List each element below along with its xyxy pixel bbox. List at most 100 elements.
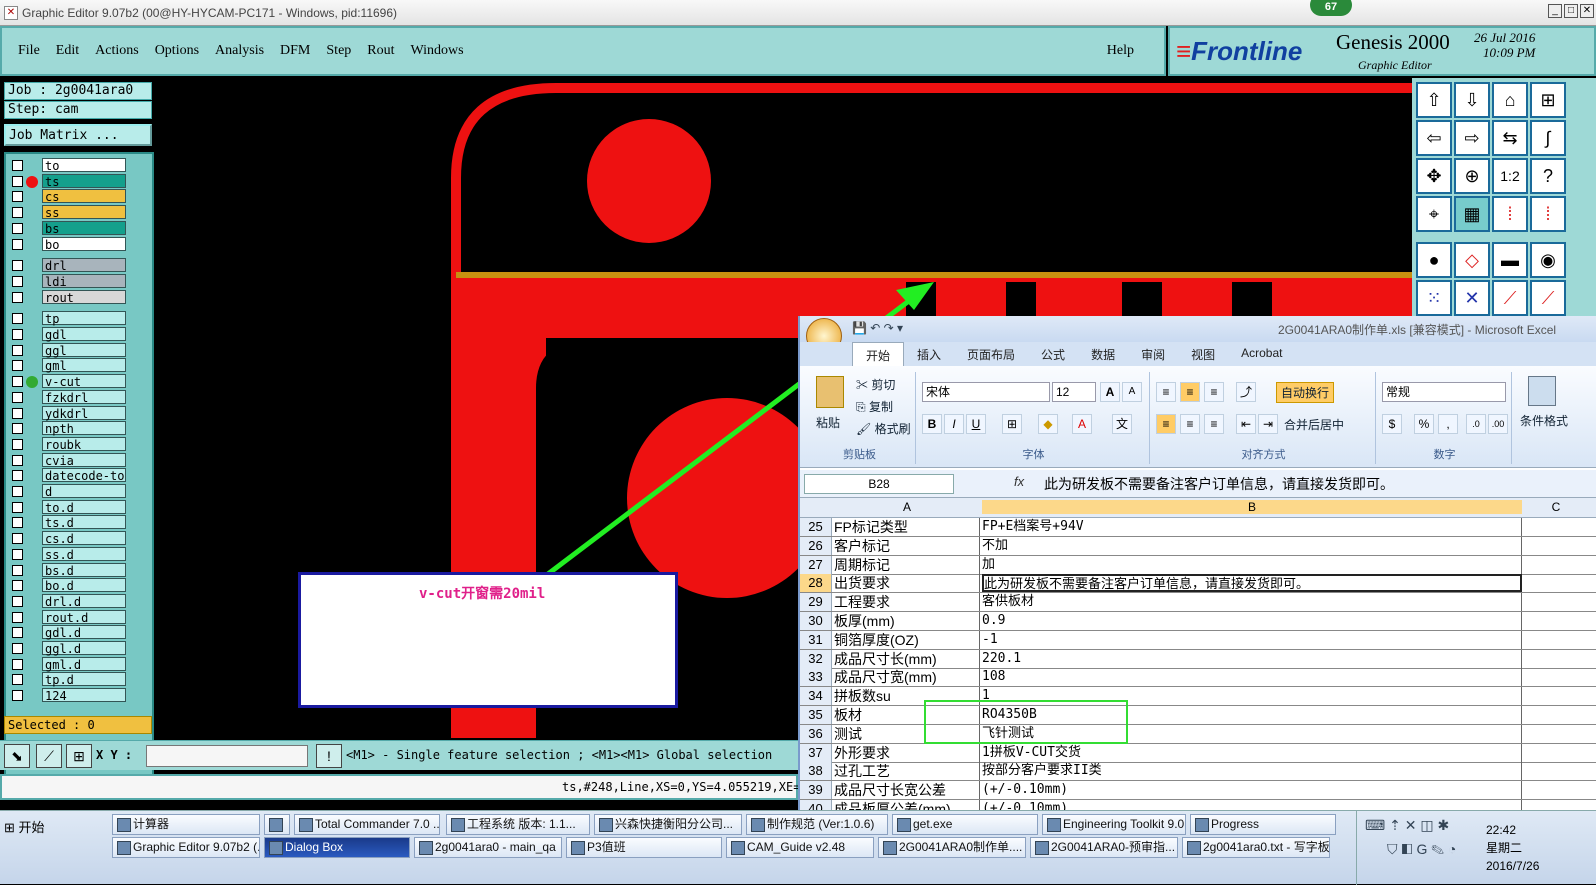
taskbar-button[interactable]: Graphic Editor 9.07b2 (... — [112, 837, 260, 858]
font-name-select[interactable]: 宋体 — [922, 382, 1050, 402]
menu-help[interactable]: Help — [1107, 43, 1134, 59]
layer-name[interactable]: d — [42, 484, 126, 499]
layer-row[interactable]: bo — [6, 236, 152, 252]
layer-checkbox[interactable] — [12, 454, 23, 466]
phonetic-icon[interactable]: 文 — [1112, 414, 1132, 434]
format-painter-button[interactable]: 🖌 格式刷 — [856, 420, 911, 437]
layer-row[interactable]: gml.d — [6, 656, 152, 672]
line-icon[interactable]: ⟋ — [1492, 280, 1528, 316]
layer-name[interactable]: ldi — [42, 273, 126, 289]
underline-icon[interactable]: U — [966, 414, 986, 434]
clock[interactable]: 22:42 星期二 2016/7/26 — [1486, 821, 1539, 875]
layer-checkbox[interactable] — [12, 207, 23, 219]
layer-name[interactable]: to — [42, 158, 126, 173]
select-tool-icon[interactable]: ⬊ — [4, 744, 30, 768]
snap-red-icon[interactable]: ⁞ — [1492, 196, 1528, 232]
layer-row[interactable]: gdl — [6, 327, 152, 342]
layer-checkbox[interactable] — [12, 344, 23, 356]
layer-row[interactable]: to — [6, 158, 152, 173]
decrease-decimal-icon[interactable]: .00 — [1488, 414, 1508, 434]
cell-a[interactable]: 客户标记 — [834, 536, 980, 555]
cell-b[interactable]: 1拼板V-CUT交货 — [982, 743, 1522, 762]
layer-checkbox[interactable] — [12, 548, 23, 560]
fill-color-icon[interactable]: ◆ — [1038, 414, 1058, 434]
layer-name[interactable]: tp — [42, 311, 126, 326]
menu-file[interactable]: File — [18, 43, 40, 59]
layer-row[interactable]: drl — [6, 258, 152, 273]
layer-name[interactable]: gdl — [42, 327, 126, 342]
left-icon[interactable]: ⇦ — [1416, 120, 1452, 156]
zoom-fit-icon[interactable]: ✥ — [1416, 158, 1452, 194]
layer-checkbox[interactable] — [12, 360, 23, 372]
name-box[interactable]: B28 — [804, 474, 954, 494]
layer-row[interactable]: roubk — [6, 436, 152, 452]
paste-icon[interactable] — [816, 376, 844, 408]
pad-icon[interactable]: ● — [1416, 242, 1452, 278]
layer-name[interactable]: bs.d — [42, 562, 126, 578]
layer-checkbox[interactable] — [12, 313, 23, 325]
taskbar-button[interactable]: 2g0041ara0 - main_qa — [414, 837, 562, 858]
layer-name[interactable]: v-cut — [42, 374, 126, 389]
right-icon[interactable]: ⇨ — [1454, 120, 1490, 156]
layer-name[interactable]: rout.d — [42, 609, 126, 625]
layer-name[interactable]: drl.d — [42, 593, 126, 609]
shrink-font-icon[interactable]: A — [1122, 382, 1142, 402]
shape-icon[interactable]: ◇ — [1454, 242, 1490, 278]
layer-name[interactable]: ggl — [42, 342, 126, 358]
cell-b[interactable]: (+/-0.10mm) — [982, 800, 1522, 810]
layer-checkbox[interactable] — [12, 438, 23, 450]
line2-icon[interactable]: ⟋ — [1530, 280, 1566, 316]
taskbar-button[interactable]: 2G0041ARA0制作单.... — [878, 837, 1026, 858]
layer-row[interactable]: bs — [6, 220, 152, 236]
layer-name[interactable]: npth — [42, 421, 126, 436]
layer-name[interactable]: datecode-to — [42, 468, 126, 483]
layer-row[interactable]: ts.d — [6, 515, 152, 530]
menu-options[interactable]: Options — [155, 43, 199, 59]
layer-checkbox[interactable] — [12, 595, 23, 607]
layer-name[interactable]: rout — [42, 289, 126, 305]
layer-name[interactable]: ggl.d — [42, 641, 126, 656]
cell-a[interactable]: 铜箔厚度(OZ) — [834, 630, 980, 649]
taskbar-button[interactable]: get.exe — [892, 814, 1038, 835]
row-number[interactable]: 38 — [800, 762, 832, 781]
layer-checkbox[interactable] — [12, 564, 23, 576]
close-button[interactable]: ✕ — [1580, 4, 1594, 18]
layer-row[interactable]: datecode-to — [6, 468, 152, 483]
copy-button[interactable]: ⎘ 复制 — [856, 398, 893, 415]
wrap-text-button[interactable]: 自动换行 — [1276, 382, 1335, 403]
layer-checkbox[interactable] — [12, 175, 23, 187]
cell-a[interactable]: 成品板厚公差(mm) — [834, 800, 980, 810]
layer-name[interactable]: ss — [42, 205, 126, 220]
align-right-icon[interactable]: ≡ — [1204, 414, 1224, 434]
tab-home[interactable]: 开始 — [852, 342, 905, 366]
layer-name[interactable]: 124 — [42, 688, 126, 703]
layer-row[interactable]: tp.d — [6, 672, 152, 687]
home-up-icon[interactable]: ⇧ — [1416, 82, 1452, 118]
row-number[interactable]: 37 — [800, 743, 832, 762]
layer-row[interactable]: cs.d — [6, 531, 152, 546]
grid-icon[interactable]: ▦ — [1454, 196, 1490, 232]
cell-a[interactable]: 出货要求 — [834, 574, 980, 593]
layer-row[interactable]: ss.d — [6, 546, 152, 562]
menu-step[interactable]: Step — [326, 43, 351, 59]
layer-row[interactable]: tp — [6, 311, 152, 326]
layer-row[interactable]: ts — [6, 173, 152, 189]
layer-checkbox[interactable] — [12, 627, 23, 639]
layer-row[interactable]: gml — [6, 358, 152, 373]
layer-row[interactable]: fzkdrl — [6, 389, 152, 405]
layer-name[interactable]: ydkdrl — [42, 405, 126, 421]
house-icon[interactable]: ⌂ — [1492, 82, 1528, 118]
increase-indent-icon[interactable]: ⇥ — [1258, 414, 1278, 434]
row-number[interactable]: 34 — [800, 687, 832, 706]
column-header-c[interactable]: C — [1526, 500, 1586, 514]
layer-name[interactable]: gml.d — [42, 656, 126, 672]
cell-a[interactable]: 周期标记 — [834, 555, 980, 574]
font-size-select[interactable]: 12 — [1052, 382, 1096, 402]
grid-tool-icon[interactable]: ⊞ — [66, 744, 92, 768]
grid-corner-icon[interactable]: ⊞ — [1530, 82, 1566, 118]
layer-name[interactable]: fzkdrl — [42, 389, 126, 405]
layer-checkbox[interactable] — [12, 611, 23, 623]
menu-analysis[interactable]: Analysis — [215, 43, 264, 59]
layer-checkbox[interactable] — [12, 658, 23, 670]
layer-name[interactable]: cs — [42, 189, 126, 204]
